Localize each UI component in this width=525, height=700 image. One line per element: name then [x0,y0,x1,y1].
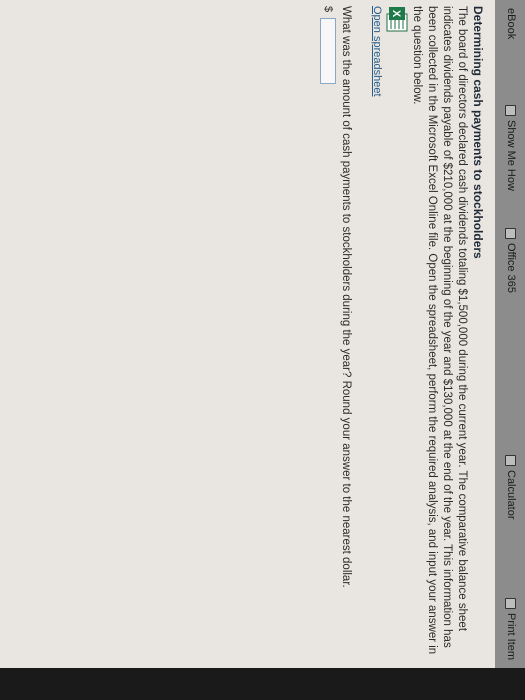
page: eBook Show Me How Office 365 Calculator … [0,0,525,668]
answer-input[interactable] [320,18,336,85]
video-icon [505,105,517,116]
calculator-button[interactable]: Calculator [505,455,517,520]
rotated-page-frame: eBook Show Me How Office 365 Calculator … [0,0,525,700]
calculator-label: Calculator [505,470,517,520]
show-me-how-label: Show Me How [505,120,517,191]
question-title: Determining cash payments to stockholder… [471,6,485,259]
calculator-icon [505,455,517,466]
print-icon [505,598,517,609]
question-text: What was the amount of cash payments to … [340,6,352,588]
toolbar: eBook Show Me How Office 365 Calculator … [495,0,525,668]
office365-label: Office 365 [505,243,517,293]
svg-text:X: X [390,10,402,18]
screen-bezel [0,668,525,700]
office-icon [505,228,517,239]
show-me-how-button[interactable]: Show Me How [505,105,517,191]
open-spreadsheet-link[interactable]: Open spreadsheet [371,6,383,97]
currency-symbol: $ [322,6,334,13]
print-item-button[interactable]: Print Item [505,598,517,660]
office365-button[interactable]: Office 365 [505,228,517,293]
ebook-label: eBook [505,8,517,40]
question-paragraph: The board of directors declared cash div… [411,6,468,655]
answer-row: $ [320,6,336,85]
ebook-link[interactable]: eBook [505,8,517,39]
excel-icon[interactable]: X [385,6,409,32]
print-item-label: Print Item [505,613,517,661]
